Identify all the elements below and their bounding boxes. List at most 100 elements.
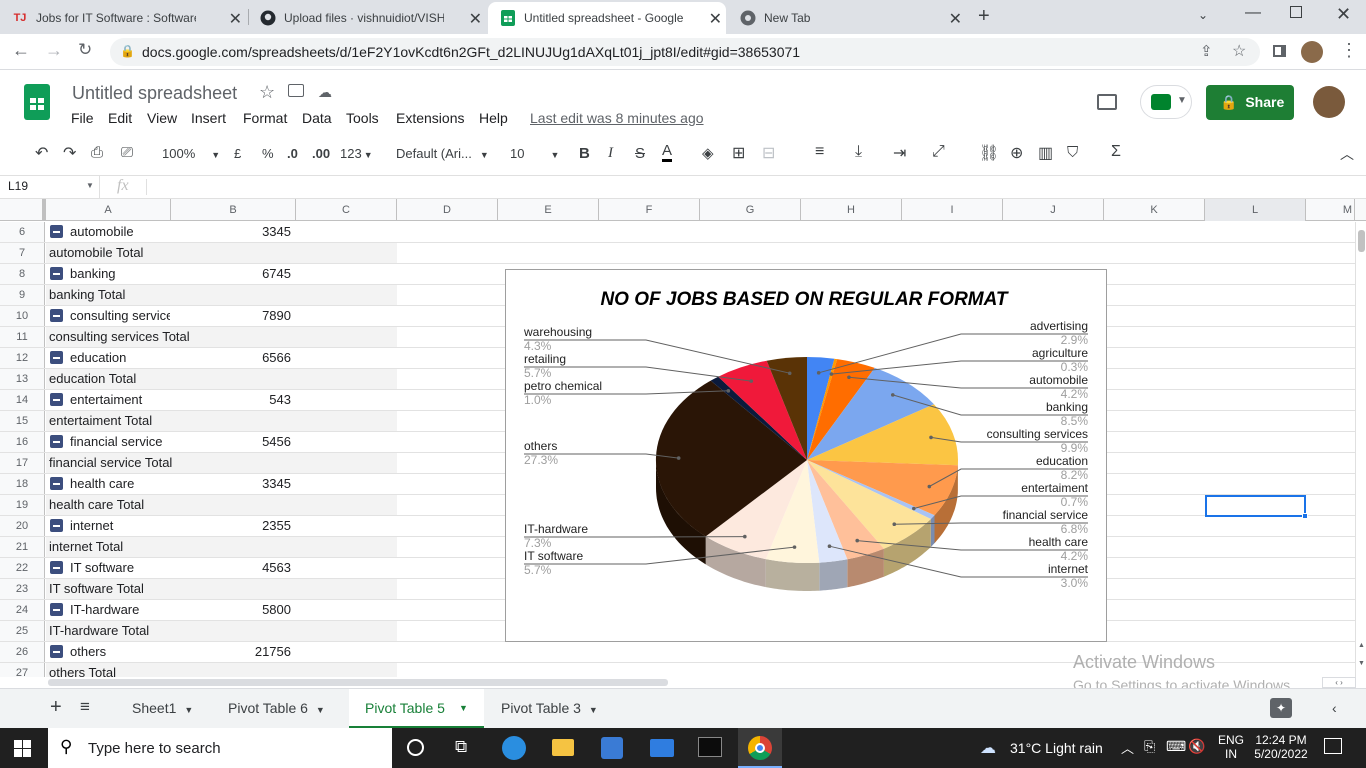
close-tab-icon[interactable]: ✕ [709,9,722,29]
cell-a[interactable]: others [46,642,170,662]
cell-b[interactable]: 2355 [171,516,295,536]
italic-icon[interactable]: I [608,145,613,162]
column-header[interactable]: M [1306,199,1355,221]
total-row-cell[interactable]: internet Total [46,537,397,557]
borders-icon[interactable]: ⊞ [732,143,745,163]
address-bar[interactable]: 🔒 docs.google.com/spreadsheets/d/1eF2Y1o… [110,38,1260,66]
cell-a[interactable]: IT software [46,558,170,578]
back-icon[interactable]: ← [12,40,30,61]
cell-a[interactable]: health care [46,474,170,494]
cell-a[interactable]: banking [46,264,170,284]
insert-link-icon[interactable]: ⛓ [979,143,999,163]
number-format-select[interactable]: 123 ▼ [340,146,373,161]
total-row-cell[interactable]: education Total [46,369,397,389]
column-header[interactable]: G [700,199,801,221]
row-number[interactable]: 15 [0,411,45,431]
column-header[interactable]: J [1003,199,1104,221]
tab-search-icon[interactable]: ⌄ [1198,8,1208,22]
cortana-icon[interactable] [407,739,424,756]
close-tab-icon[interactable]: ✕ [469,9,482,29]
cell-a[interactable]: automobile [46,222,170,242]
decrease-decimal-button[interactable]: .0 [287,146,298,161]
menu-view[interactable]: View [147,110,177,126]
browser-tab[interactable]: Upload files · vishnuidiot/VISHNU ✕ [248,2,486,34]
scroll-down-icon[interactable]: ▼ [1358,660,1365,667]
merge-cells-icon[interactable]: ⊟ [762,143,775,163]
font-select[interactable]: Default (Ari... ▼ [396,146,489,161]
text-rotation-icon[interactable]: ⤢ [932,143,945,161]
menu-file[interactable]: File [71,110,94,126]
name-box[interactable]: L19 ▼ [0,176,100,198]
cell-a[interactable]: consulting service [46,306,170,326]
row-number[interactable]: 19 [0,495,45,515]
total-row-cell[interactable]: health care Total [46,495,397,515]
cell-b[interactable]: 5800 [171,600,295,620]
task-view-icon[interactable]: ⧉ [455,737,467,757]
sheet-tab-pivot-6[interactable]: Pivot Table 6 ▼ [228,700,325,716]
row-number[interactable]: 24 [0,600,45,620]
text-color-icon[interactable]: A [662,143,673,162]
url-text[interactable]: docs.google.com/spreadsheets/d/1eF2Y1ovK… [142,44,800,60]
star-icon[interactable]: ☆ [259,82,275,103]
file-explorer-icon[interactable] [552,739,574,756]
horizontal-scrollbar[interactable] [48,679,668,686]
reload-icon[interactable]: ↻ [78,40,92,60]
column-header[interactable]: B [171,199,296,221]
edge-icon[interactable] [502,736,526,760]
mail-icon[interactable] [650,739,674,757]
vertical-align-icon[interactable]: ⤓ [855,143,862,161]
collapse-group-icon[interactable] [50,309,63,323]
share-page-icon[interactable]: ⇪ [1200,42,1213,60]
browser-tab[interactable]: New Tab ✕ [728,2,966,34]
menu-extensions[interactable]: Extensions [396,110,464,126]
store-icon[interactable] [601,737,623,759]
browser-menu-icon[interactable]: ⋮ [1340,40,1358,61]
collapse-group-icon[interactable] [50,477,63,491]
menu-edit[interactable]: Edit [108,110,132,126]
cell-a[interactable]: financial service [46,432,170,452]
last-edit-link[interactable]: Last edit was 8 minutes ago [530,110,704,126]
vertical-scrollbar[interactable]: ▲ ▼ [1355,222,1366,677]
insert-comment-icon[interactable]: ⊕ [1010,143,1023,163]
cell-a[interactable]: internet [46,516,170,536]
collapse-group-icon[interactable] [50,393,63,407]
cell-a[interactable]: education [46,348,170,368]
paint-format-icon[interactable]: ⎚ [121,144,133,161]
cell-b[interactable]: 5456 [171,432,295,452]
collapse-group-icon[interactable] [50,519,63,533]
strikethrough-icon[interactable]: S [635,145,645,162]
row-number[interactable]: 14 [0,390,45,410]
filter-icon[interactable]: ⛉ [1067,144,1078,161]
currency-button[interactable]: £ [234,146,241,161]
all-sheets-icon[interactable]: ≡ [80,697,90,717]
row-number[interactable]: 22 [0,558,45,578]
row-number[interactable]: 10 [0,306,45,326]
collapse-group-icon[interactable] [50,561,63,575]
sheet-tab-pivot-3[interactable]: Pivot Table 3 ▼ [501,700,598,716]
total-row-cell[interactable]: banking Total [46,285,397,305]
insert-chart-icon[interactable]: ▥ [1038,143,1053,163]
print-icon[interactable]: ⎙ [91,144,103,161]
sheet-tab-sheet1[interactable]: Sheet1 ▼ [132,700,193,716]
column-header[interactable]: A [46,199,171,221]
clock[interactable]: 12:24 PM 5/20/2022 [1254,733,1308,761]
total-row-cell[interactable]: IT software Total [46,579,397,599]
move-folder-icon[interactable] [288,84,304,97]
zoom-select[interactable]: 100% ▼ [162,146,220,161]
cell-b[interactable]: 6745 [171,264,295,284]
column-header[interactable]: F [599,199,700,221]
close-tab-icon[interactable]: ✕ [229,9,242,29]
taskbar-search-box[interactable]: ⚲ Type here to search [48,728,392,768]
row-number[interactable]: 18 [0,474,45,494]
total-row-cell[interactable]: entertaiment Total [46,411,397,431]
row-number[interactable]: 12 [0,348,45,368]
selected-cell[interactable] [1205,495,1308,519]
terminal-icon[interactable] [698,737,722,757]
bold-icon[interactable]: B [579,145,590,162]
column-header[interactable]: H [801,199,902,221]
cell-b[interactable]: 543 [171,390,295,410]
collapse-group-icon[interactable] [50,645,63,659]
share-button[interactable]: 🔒 Share [1206,85,1294,120]
weather-icon[interactable]: ☁ [980,738,996,758]
forward-icon[interactable]: → [45,40,63,61]
